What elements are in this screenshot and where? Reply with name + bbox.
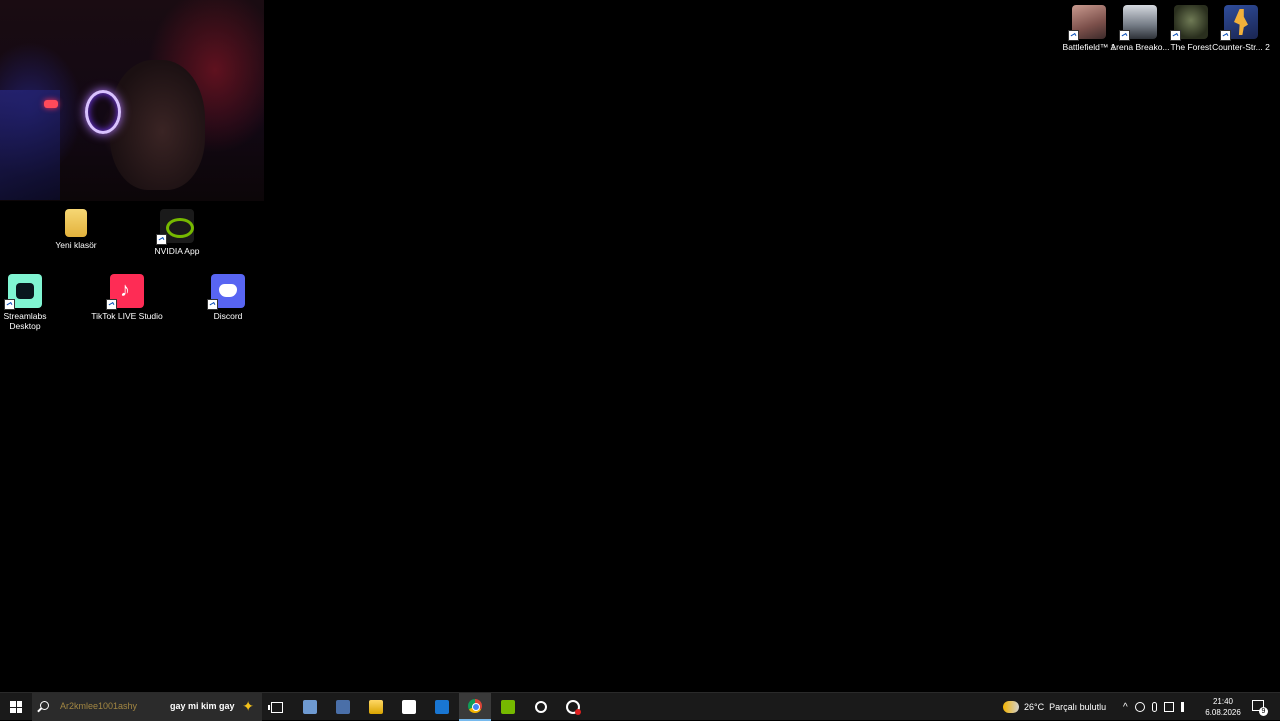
desktop: Yeni klasör NVIDIA App Streamlabs Deskto… (0, 0, 1280, 692)
store-icon (402, 700, 416, 714)
desktop-icon-label: TikTok LIVE Studio (91, 311, 163, 321)
streamlabs-icon (4, 274, 42, 310)
taskbar-outlook[interactable] (426, 693, 458, 721)
start-button[interactable] (0, 693, 32, 721)
desktop-icon-nvidia-app[interactable]: NVIDIA App (141, 209, 213, 256)
partly-cloudy-icon (1003, 701, 1019, 713)
desktop-icon-label: Discord (213, 311, 243, 321)
app-icon (303, 700, 317, 714)
desktop-icon-streamlabs[interactable]: Streamlabs Desktop (0, 274, 61, 331)
arena-breakout-icon (1119, 5, 1157, 41)
windows-logo-icon (10, 701, 22, 713)
taskbar-steelseries[interactable] (525, 693, 557, 721)
notification-badge: 9 (1259, 707, 1268, 716)
search-text: gay mi kim gay (170, 701, 235, 711)
network-icon[interactable] (1163, 702, 1174, 712)
shortcut-arrow-icon (207, 299, 218, 310)
desktop-icon-yeni-klasor[interactable]: Yeni klasör (40, 209, 112, 250)
shortcut-arrow-icon (1119, 30, 1130, 41)
clock-date: 6.08.2026 (1205, 708, 1241, 717)
calculator-icon (336, 700, 350, 714)
the-forest-icon (1170, 5, 1208, 41)
taskbar-file-explorer[interactable] (360, 693, 392, 721)
shortcut-arrow-icon (1220, 30, 1231, 41)
shortcut-arrow-icon (1068, 30, 1079, 41)
battlefield-icon (1068, 5, 1106, 41)
desktop-icon-label: Yeni klasör (55, 240, 97, 250)
tray-app-icon[interactable] (1134, 702, 1145, 712)
nvidia-icon (501, 700, 515, 714)
taskbar-clock[interactable]: 21:40 6.08.2026 (1196, 696, 1250, 718)
steelseries-icon (535, 701, 547, 713)
nvidia-icon (156, 209, 194, 245)
folder-icon (65, 209, 87, 237)
taskbar-app-1[interactable] (294, 693, 326, 721)
taskbar-obs[interactable] (557, 693, 589, 721)
tiktok-icon: ♪ (106, 274, 144, 310)
desktop-icon-discord[interactable]: Discord (192, 274, 264, 321)
file-explorer-icon (369, 700, 383, 714)
outlook-icon (435, 700, 449, 714)
shortcut-arrow-icon (156, 234, 167, 245)
taskbar-nvidia[interactable] (492, 693, 524, 721)
desktop-icon-label: Streamlabs Desktop (3, 311, 47, 331)
microphone-icon[interactable] (1151, 702, 1157, 712)
taskbar-store[interactable] (393, 693, 425, 721)
desktop-icon-label: NVIDIA App (154, 246, 200, 256)
task-view-icon (268, 701, 283, 713)
weather-widget[interactable]: 26°C Parçalı bulutlu (1003, 693, 1106, 721)
search-highlight-icon[interactable]: ✦ (242, 698, 254, 715)
discord-icon (207, 274, 245, 310)
webcam-person (110, 60, 205, 190)
task-view-button[interactable] (261, 693, 293, 721)
desktop-icon-tiktok-live[interactable]: ♪ TikTok LIVE Studio (91, 274, 163, 321)
shortcut-arrow-icon (1170, 30, 1181, 41)
taskbar-calculator[interactable] (327, 693, 359, 721)
chrome-icon (468, 699, 482, 713)
clock-time: 21:40 (1212, 697, 1234, 706)
weather-condition: Parçalı bulutlu (1049, 702, 1107, 712)
taskbar-chrome[interactable] (459, 693, 491, 721)
shortcut-arrow-icon (4, 299, 15, 310)
desktop-icon-counter-strike-2[interactable]: Counter-Str... 2 (1205, 5, 1277, 52)
taskbar-search-box[interactable]: Ar2kmlee1001ashy gay mi kim gay ✦ (32, 693, 262, 721)
webcam-overlay (0, 0, 264, 201)
chevron-up-icon[interactable]: ^ (1123, 702, 1128, 713)
webcam-light (44, 100, 58, 108)
obs-icon (566, 700, 581, 715)
weather-temp: 26°C (1024, 702, 1045, 712)
desktop-icon-label: Counter-Str... 2 (1212, 42, 1270, 52)
system-tray: ^ (1123, 693, 1191, 721)
shortcut-arrow-icon (106, 299, 117, 310)
counter-strike-icon (1220, 5, 1258, 41)
taskbar: Ar2kmlee1001ashy gay mi kim gay ✦ 26°C P… (0, 692, 1280, 721)
search-ghost-text: Ar2kmlee1001ashy (60, 701, 138, 711)
volume-icon[interactable] (1180, 702, 1191, 712)
webcam-headset (85, 90, 121, 134)
search-icon (40, 701, 49, 710)
